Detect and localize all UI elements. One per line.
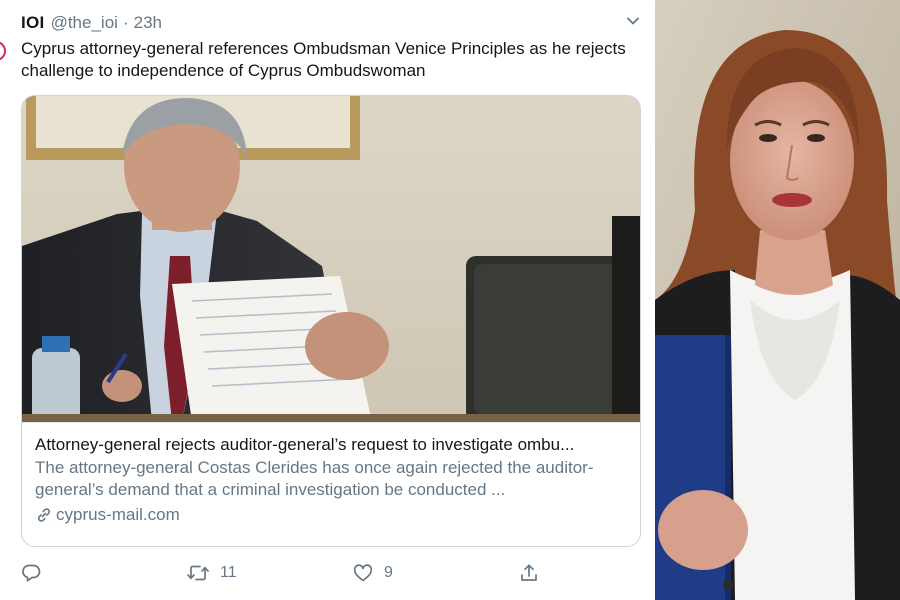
link-card[interactable]: Attorney-general rejects auditor-general…: [21, 95, 641, 547]
like-count: 9: [384, 564, 393, 581]
retweet-icon: [186, 562, 210, 584]
timestamp[interactable]: 23h: [134, 13, 162, 33]
author-handle[interactable]: @the_ioi: [51, 13, 118, 33]
card-title[interactable]: Attorney-general rejects auditor-general…: [35, 434, 628, 456]
more-options-button[interactable]: [622, 12, 644, 34]
reply-icon: [20, 562, 42, 584]
separator: ·: [122, 13, 129, 32]
chevron-down-icon: [625, 13, 641, 34]
card-description: The attorney-general Costas Clerides has…: [35, 458, 594, 499]
tweet[interactable]: IOI @the_ioi · 23h Cyprus attorney-gener…: [0, 0, 652, 600]
retweet-count: 11: [220, 564, 237, 581]
card-image[interactable]: [22, 96, 640, 422]
card-body: Attorney-general rejects auditor-general…: [22, 422, 640, 546]
card-domain[interactable]: cyprus-mail.com: [35, 504, 628, 526]
like-button[interactable]: 9: [352, 558, 393, 588]
share-icon: [518, 562, 540, 584]
tweet-actions: 11 9: [0, 558, 652, 588]
link-icon: [35, 506, 53, 524]
reply-button[interactable]: [20, 558, 42, 588]
author-name[interactable]: IOI: [21, 13, 45, 33]
card-domain-text: cyprus-mail.com: [56, 505, 180, 524]
share-button[interactable]: [518, 558, 540, 588]
retweet-button[interactable]: 11: [186, 558, 237, 588]
tweet-text: Cyprus attorney-general references Ombud…: [21, 39, 626, 80]
tweet-header: IOI @the_ioi · 23h: [21, 12, 162, 34]
heart-icon: [352, 562, 374, 584]
side-photo: [655, 0, 900, 600]
side-avatar-fragment: [0, 36, 8, 66]
